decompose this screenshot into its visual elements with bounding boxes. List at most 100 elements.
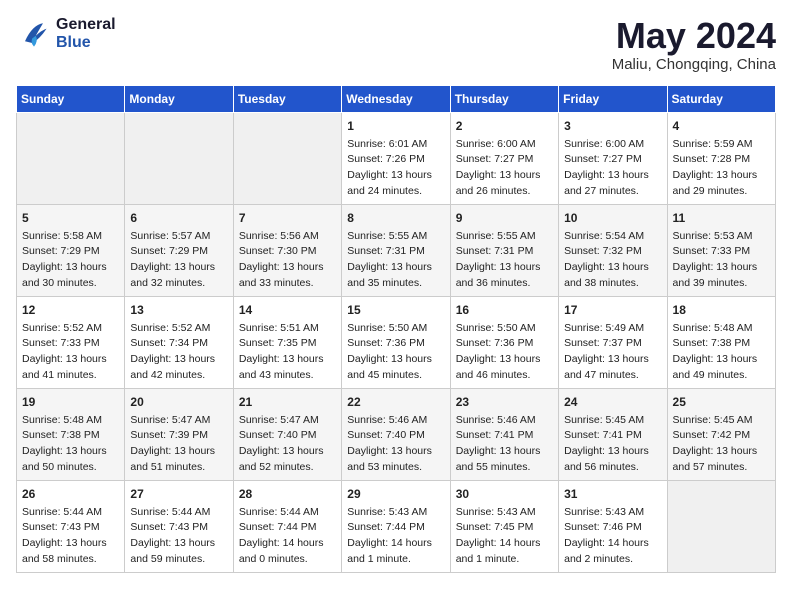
logo-text: General Blue xyxy=(56,16,116,52)
cell-text: and 47 minutes. xyxy=(564,368,661,384)
cell-text: Sunrise: 6:01 AM xyxy=(347,137,444,153)
cell-text: Sunset: 7:33 PM xyxy=(673,244,770,260)
day-number: 19 xyxy=(22,393,119,411)
calendar-cell: 14Sunrise: 5:51 AMSunset: 7:35 PMDayligh… xyxy=(233,296,341,388)
cell-text: Sunset: 7:45 PM xyxy=(456,520,553,536)
day-number: 7 xyxy=(239,209,336,227)
cell-text: Sunrise: 5:44 AM xyxy=(239,505,336,521)
cell-text: Sunset: 7:35 PM xyxy=(239,336,336,352)
cell-text: and 29 minutes. xyxy=(673,184,770,200)
cell-text: Sunset: 7:46 PM xyxy=(564,520,661,536)
cell-text: Sunrise: 5:50 AM xyxy=(456,321,553,337)
calendar-cell: 1 Sunrise: 6:01 AMSunset: 7:26 PMDaylight… xyxy=(342,112,450,204)
cell-text: Daylight: 13 hours xyxy=(130,352,227,368)
calendar-cell: 3Sunrise: 6:00 AMSunset: 7:27 PMDaylight… xyxy=(559,112,667,204)
cell-text: Daylight: 13 hours xyxy=(564,168,661,184)
cell-text: Sunset: 7:26 PM xyxy=(347,152,444,168)
calendar-cell: 9Sunrise: 5:55 AMSunset: 7:31 PMDaylight… xyxy=(450,204,558,296)
day-number: 1 xyxy=(347,117,444,135)
cell-text: Sunrise: 5:57 AM xyxy=(130,229,227,245)
cell-text: Daylight: 13 hours xyxy=(456,168,553,184)
calendar-cell: 7Sunrise: 5:56 AMSunset: 7:30 PMDaylight… xyxy=(233,204,341,296)
cell-text: Sunrise: 5:43 AM xyxy=(347,505,444,521)
calendar-cell xyxy=(125,112,233,204)
month-title: May 2024 xyxy=(612,16,776,56)
cell-text: Daylight: 13 hours xyxy=(673,260,770,276)
cell-text: Daylight: 14 hours xyxy=(239,536,336,552)
cell-text: Sunrise: 5:58 AM xyxy=(22,229,119,245)
cell-text: Sunset: 7:27 PM xyxy=(564,152,661,168)
logo-icon xyxy=(16,16,52,52)
cell-text: Sunrise: 5:54 AM xyxy=(564,229,661,245)
calendar-cell: 24Sunrise: 5:45 AMSunset: 7:41 PMDayligh… xyxy=(559,388,667,480)
cell-text: Sunset: 7:36 PM xyxy=(456,336,553,352)
cell-text: Sunrise: 5:52 AM xyxy=(130,321,227,337)
cell-text: and 1 minute. xyxy=(347,552,444,568)
cell-text: and 35 minutes. xyxy=(347,276,444,292)
calendar-cell: 29 Sunrise: 5:43 AMSunset: 7:44 PMDayligh… xyxy=(342,480,450,572)
cell-text: Sunset: 7:31 PM xyxy=(347,244,444,260)
cell-text: Daylight: 13 hours xyxy=(347,168,444,184)
calendar-cell: 6Sunrise: 5:57 AMSunset: 7:29 PMDaylight… xyxy=(125,204,233,296)
cell-text: Sunset: 7:44 PM xyxy=(347,520,444,536)
cell-text: and 2 minutes. xyxy=(564,552,661,568)
cell-text: Daylight: 13 hours xyxy=(22,260,119,276)
day-number: 13 xyxy=(130,301,227,319)
day-number: 27 xyxy=(130,485,227,503)
cell-text: and 33 minutes. xyxy=(239,276,336,292)
cell-text: and 43 minutes. xyxy=(239,368,336,384)
calendar-cell: 21Sunrise: 5:47 AMSunset: 7:40 PMDayligh… xyxy=(233,388,341,480)
calendar-cell: 2Sunrise: 6:00 AMSunset: 7:27 PMDaylight… xyxy=(450,112,558,204)
day-number: 21 xyxy=(239,393,336,411)
calendar-cell: 26Sunrise: 5:44 AMSunset: 7:43 PMDayligh… xyxy=(17,480,125,572)
cell-text: Sunrise: 5:55 AM xyxy=(347,229,444,245)
cell-text: and 32 minutes. xyxy=(130,276,227,292)
calendar-week-row: 12Sunrise: 5:52 AMSunset: 7:33 PMDayligh… xyxy=(17,296,776,388)
cell-text: and 0 minutes. xyxy=(239,552,336,568)
day-header-sunday: Sunday xyxy=(17,85,125,112)
day-number: 8 xyxy=(347,209,444,227)
cell-text: Daylight: 14 hours xyxy=(347,536,444,552)
calendar-cell: 15Sunrise: 5:50 AMSunset: 7:36 PMDayligh… xyxy=(342,296,450,388)
cell-text: and 55 minutes. xyxy=(456,460,553,476)
cell-text: and 38 minutes. xyxy=(564,276,661,292)
cell-text: Daylight: 13 hours xyxy=(239,352,336,368)
day-number: 11 xyxy=(673,209,770,227)
calendar-cell: 12Sunrise: 5:52 AMSunset: 7:33 PMDayligh… xyxy=(17,296,125,388)
day-header-saturday: Saturday xyxy=(667,85,775,112)
calendar-cell xyxy=(233,112,341,204)
calendar-cell: 4Sunrise: 5:59 AMSunset: 7:28 PMDaylight… xyxy=(667,112,775,204)
day-number: 18 xyxy=(673,301,770,319)
day-number: 9 xyxy=(456,209,553,227)
cell-text: Daylight: 13 hours xyxy=(564,352,661,368)
cell-text: Sunrise: 5:44 AM xyxy=(22,505,119,521)
cell-text: Sunrise: 5:47 AM xyxy=(239,413,336,429)
calendar-cell: 31Sunrise: 5:43 AMSunset: 7:46 PMDayligh… xyxy=(559,480,667,572)
cell-text: and 39 minutes. xyxy=(673,276,770,292)
day-number: 29 xyxy=(347,485,444,503)
day-number: 26 xyxy=(22,485,119,503)
cell-text: Sunset: 7:32 PM xyxy=(564,244,661,260)
cell-text: Daylight: 13 hours xyxy=(130,536,227,552)
day-number: 10 xyxy=(564,209,661,227)
day-number: 15 xyxy=(347,301,444,319)
cell-text: Daylight: 13 hours xyxy=(564,444,661,460)
day-number: 22 xyxy=(347,393,444,411)
day-number: 17 xyxy=(564,301,661,319)
cell-text: Daylight: 13 hours xyxy=(22,536,119,552)
cell-text: and 1 minute. xyxy=(456,552,553,568)
calendar-cell: 22Sunrise: 5:46 AMSunset: 7:40 PMDayligh… xyxy=(342,388,450,480)
cell-text: Sunset: 7:28 PM xyxy=(673,152,770,168)
cell-text: and 57 minutes. xyxy=(673,460,770,476)
cell-text: Daylight: 13 hours xyxy=(673,168,770,184)
calendar-cell: 30Sunrise: 5:43 AMSunset: 7:45 PMDayligh… xyxy=(450,480,558,572)
calendar-cell: 18Sunrise: 5:48 AMSunset: 7:38 PMDayligh… xyxy=(667,296,775,388)
cell-text: and 56 minutes. xyxy=(564,460,661,476)
day-number: 20 xyxy=(130,393,227,411)
day-number: 30 xyxy=(456,485,553,503)
cell-text: and 36 minutes. xyxy=(456,276,553,292)
day-number: 6 xyxy=(130,209,227,227)
calendar-cell xyxy=(667,480,775,572)
cell-text: Sunrise: 6:00 AM xyxy=(564,137,661,153)
cell-text: Daylight: 13 hours xyxy=(347,444,444,460)
